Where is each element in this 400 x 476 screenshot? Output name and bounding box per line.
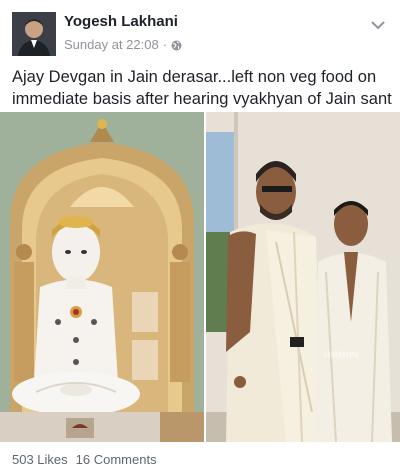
comments-count[interactable]: 16 Comments xyxy=(76,452,157,467)
post-timestamp[interactable]: Sunday at 22:08 xyxy=(64,37,159,52)
post-photos: HMMNN xyxy=(0,112,400,442)
avatar[interactable] xyxy=(12,12,56,56)
post-caption: Ajay Devgan in Jain derasar...left non v… xyxy=(12,68,392,108)
likes-count[interactable]: 503 Likes xyxy=(12,452,68,467)
photo-watermark: HMMNN xyxy=(324,350,359,360)
facebook-post: Yogesh Lakhani Sunday at 22:08 · Ajay De… xyxy=(0,0,400,476)
post-header: Yogesh Lakhani Sunday at 22:08 · xyxy=(0,0,400,64)
meta-separator: · xyxy=(162,37,168,52)
chevron-down-icon[interactable] xyxy=(370,18,386,30)
author-name[interactable]: Yogesh Lakhani xyxy=(64,13,178,30)
two-men-photo[interactable]: HMMNN xyxy=(206,112,400,442)
post-footer: 503 Likes 16 Comments xyxy=(12,452,157,467)
jain-idol-photo[interactable] xyxy=(0,112,204,442)
post-meta: Sunday at 22:08 · xyxy=(64,37,182,52)
globe-icon xyxy=(171,39,182,51)
